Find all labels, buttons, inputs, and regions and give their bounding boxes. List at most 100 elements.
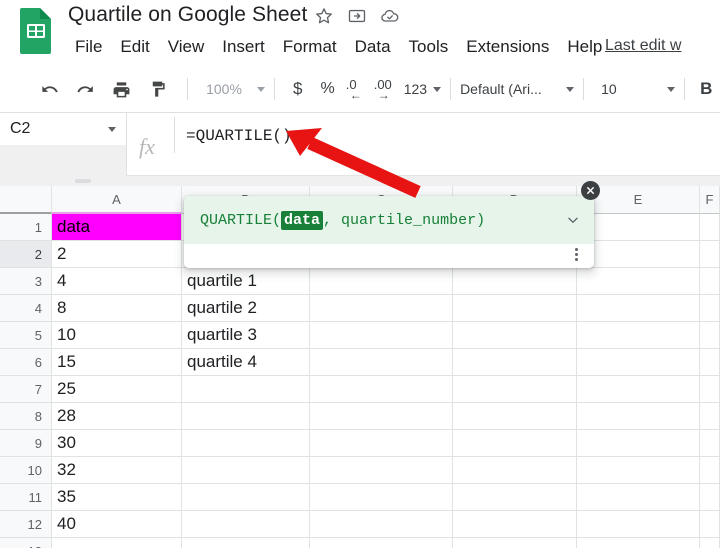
cell-B10[interactable]: [182, 457, 310, 484]
row-header-10[interactable]: 10: [0, 457, 52, 484]
menu-item-format[interactable]: Format: [274, 34, 346, 60]
bold-button[interactable]: B: [694, 79, 712, 99]
cell-B5[interactable]: quartile 3: [182, 322, 310, 349]
cell-D3[interactable]: [453, 268, 577, 295]
menu-item-file[interactable]: File: [66, 34, 111, 60]
cell-B13[interactable]: [182, 538, 310, 548]
cell-F3[interactable]: [700, 268, 720, 295]
currency-format-button[interactable]: $: [284, 74, 311, 104]
cell-A10[interactable]: 32: [52, 457, 182, 484]
cell-C13[interactable]: [310, 538, 453, 548]
cell-B6[interactable]: quartile 4: [182, 349, 310, 376]
cell-F2[interactable]: [700, 241, 720, 268]
name-box[interactable]: C2: [0, 113, 126, 145]
row-header-1[interactable]: 1: [0, 214, 52, 241]
cell-E10[interactable]: [577, 457, 700, 484]
cell-C5[interactable]: [310, 322, 453, 349]
cell-F12[interactable]: [700, 511, 720, 538]
row-header-12[interactable]: 12: [0, 511, 52, 538]
star-icon[interactable]: [314, 6, 334, 26]
select-all-corner[interactable]: [0, 186, 52, 214]
paint-format-icon[interactable]: [142, 74, 172, 104]
formula-input[interactable]: =QUARTILE(): [186, 127, 292, 145]
cell-C3[interactable]: [310, 268, 453, 295]
column-header-a[interactable]: A: [52, 186, 182, 214]
cell-E8[interactable]: [577, 403, 700, 430]
cell-B7[interactable]: [182, 376, 310, 403]
menu-item-insert[interactable]: Insert: [213, 34, 274, 60]
row-header-8[interactable]: 8: [0, 403, 52, 430]
cell-C12[interactable]: [310, 511, 453, 538]
cell-E6[interactable]: [577, 349, 700, 376]
cell-D11[interactable]: [453, 484, 577, 511]
cloud-saved-icon[interactable]: [380, 6, 400, 26]
cell-F10[interactable]: [700, 457, 720, 484]
row-header-2[interactable]: 2: [0, 241, 52, 268]
formula-help-tooltip[interactable]: QUARTILE(data, quartile_number): [184, 196, 594, 268]
font-size-select[interactable]: 10: [593, 81, 676, 97]
chevron-down-icon[interactable]: [566, 213, 580, 227]
cell-A5[interactable]: 10: [52, 322, 182, 349]
cell-B11[interactable]: [182, 484, 310, 511]
cell-A7[interactable]: 25: [52, 376, 182, 403]
cell-A6[interactable]: 15: [52, 349, 182, 376]
menu-item-view[interactable]: View: [159, 34, 214, 60]
document-title[interactable]: Quartile on Google Sheet: [68, 1, 307, 29]
cell-E13[interactable]: [577, 538, 700, 548]
move-to-folder-icon[interactable]: [347, 6, 367, 26]
last-edit-status[interactable]: Last edit w: [605, 35, 681, 57]
cell-B3[interactable]: quartile 1: [182, 268, 310, 295]
menu-item-tools[interactable]: Tools: [400, 34, 458, 60]
undo-icon[interactable]: [34, 74, 64, 104]
cell-E9[interactable]: [577, 430, 700, 457]
menu-item-edit[interactable]: Edit: [111, 34, 158, 60]
cell-E4[interactable]: [577, 295, 700, 322]
cell-A11[interactable]: 35: [52, 484, 182, 511]
cell-B4[interactable]: quartile 2: [182, 295, 310, 322]
cell-B9[interactable]: [182, 430, 310, 457]
cell-A9[interactable]: 30: [52, 430, 182, 457]
redo-icon[interactable]: [70, 74, 100, 104]
cell-D5[interactable]: [453, 322, 577, 349]
cell-F1[interactable]: [700, 214, 720, 241]
zoom-control[interactable]: 100%: [197, 81, 265, 97]
cell-F13[interactable]: [700, 538, 720, 548]
cell-C11[interactable]: [310, 484, 453, 511]
row-header-3[interactable]: 3: [0, 268, 52, 295]
cell-C6[interactable]: [310, 349, 453, 376]
cell-A8[interactable]: 28: [52, 403, 182, 430]
cell-E7[interactable]: [577, 376, 700, 403]
cell-D7[interactable]: [453, 376, 577, 403]
cell-E3[interactable]: [577, 268, 700, 295]
close-icon[interactable]: [581, 181, 600, 200]
cell-E2[interactable]: [577, 241, 700, 268]
menu-item-data[interactable]: Data: [346, 34, 400, 60]
cell-A3[interactable]: 4: [52, 268, 182, 295]
row-header-7[interactable]: 7: [0, 376, 52, 403]
cell-D10[interactable]: [453, 457, 577, 484]
cell-B12[interactable]: [182, 511, 310, 538]
row-header-4[interactable]: 4: [0, 295, 52, 322]
row-header-5[interactable]: 5: [0, 322, 52, 349]
cell-F4[interactable]: [700, 295, 720, 322]
cell-E5[interactable]: [577, 322, 700, 349]
cell-D13[interactable]: [453, 538, 577, 548]
cell-B8[interactable]: [182, 403, 310, 430]
cell-D6[interactable]: [453, 349, 577, 376]
cell-D9[interactable]: [453, 430, 577, 457]
cell-C7[interactable]: [310, 376, 453, 403]
percent-format-button[interactable]: %: [311, 74, 343, 104]
increase-decimal-button[interactable]: .00 →: [372, 74, 400, 104]
cell-C9[interactable]: [310, 430, 453, 457]
decrease-decimal-button[interactable]: .0 ←: [344, 74, 372, 104]
cell-A13[interactable]: [52, 538, 182, 548]
menu-item-extensions[interactable]: Extensions: [457, 34, 558, 60]
formula-bar-resize-handle[interactable]: [75, 179, 91, 183]
cell-C10[interactable]: [310, 457, 453, 484]
row-header-9[interactable]: 9: [0, 430, 52, 457]
cell-D12[interactable]: [453, 511, 577, 538]
cell-F5[interactable]: [700, 322, 720, 349]
cell-F9[interactable]: [700, 430, 720, 457]
font-family-select[interactable]: Default (Ari...: [460, 81, 575, 97]
cell-F6[interactable]: [700, 349, 720, 376]
